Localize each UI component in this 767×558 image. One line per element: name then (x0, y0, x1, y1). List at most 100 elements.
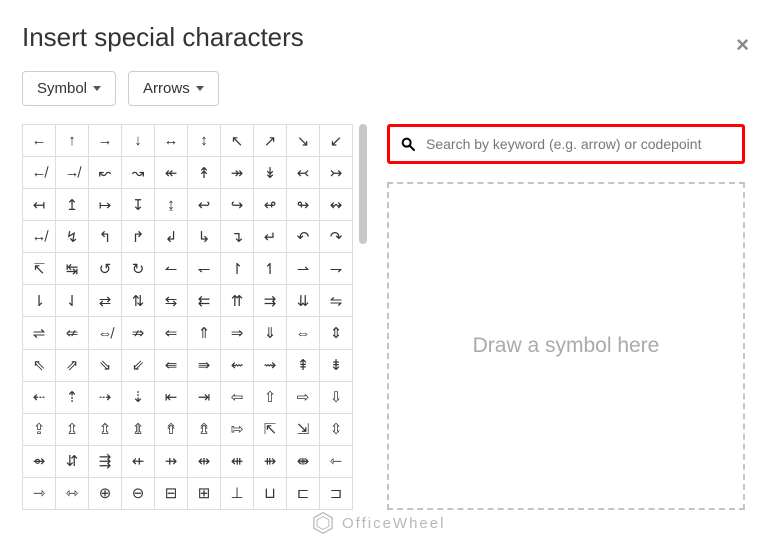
character-cell[interactable]: ↹ (56, 253, 89, 285)
character-cell[interactable]: ⇻ (254, 445, 287, 477)
character-cell[interactable]: ⇧ (254, 381, 287, 413)
character-cell[interactable]: ⇺ (221, 445, 254, 477)
character-cell[interactable]: ⇀ (287, 253, 320, 285)
character-cell[interactable]: ⇔ (287, 317, 320, 349)
character-cell[interactable]: ⇪ (23, 413, 56, 445)
character-cell[interactable]: ↽ (188, 253, 221, 285)
character-cell[interactable]: ⇑ (188, 317, 221, 349)
character-cell[interactable]: ⇕ (320, 317, 353, 349)
character-cell[interactable]: ↙ (320, 125, 353, 157)
character-cell[interactable]: ↔ (155, 125, 188, 157)
character-cell[interactable]: ⊏ (287, 477, 320, 509)
character-cell[interactable]: ⊐ (320, 477, 353, 509)
character-cell[interactable]: ⊕ (89, 477, 122, 509)
character-cell[interactable]: ⇟ (320, 349, 353, 381)
character-cell[interactable]: ⇘ (89, 349, 122, 381)
character-cell[interactable]: ⇤ (155, 381, 188, 413)
character-cell[interactable]: ⇥ (188, 381, 221, 413)
character-cell[interactable]: ⇋ (320, 285, 353, 317)
character-cell[interactable]: ⊖ (122, 477, 155, 509)
character-cell[interactable]: ↞ (155, 157, 188, 189)
character-cell[interactable]: ⇚ (155, 349, 188, 381)
character-cell[interactable]: ⇜ (221, 349, 254, 381)
character-cell[interactable]: ↝ (122, 157, 155, 189)
character-cell[interactable]: ↰ (89, 221, 122, 253)
character-cell[interactable]: ⇣ (122, 381, 155, 413)
character-cell[interactable]: ⇗ (56, 349, 89, 381)
character-cell[interactable]: ⇬ (89, 413, 122, 445)
character-cell[interactable]: ⇐ (155, 317, 188, 349)
character-cell[interactable]: ⇼ (287, 445, 320, 477)
search-input[interactable] (424, 135, 732, 153)
character-cell[interactable]: ⊞ (188, 477, 221, 509)
character-cell[interactable]: ⇾ (23, 477, 56, 509)
draw-symbol-canvas[interactable]: Draw a symbol here (387, 182, 745, 510)
character-cell[interactable]: ↱ (122, 221, 155, 253)
character-cell[interactable]: ↼ (155, 253, 188, 285)
character-cell[interactable]: ⇳ (320, 413, 353, 445)
character-cell[interactable]: ↸ (23, 253, 56, 285)
character-cell[interactable]: ⇭ (122, 413, 155, 445)
character-cell[interactable]: ⇍ (56, 317, 89, 349)
character-cell[interactable]: ↗ (254, 125, 287, 157)
character-cell[interactable]: ↥ (56, 189, 89, 221)
character-cell[interactable]: ⇸ (155, 445, 188, 477)
character-cell[interactable]: ⇅ (122, 285, 155, 317)
character-cell[interactable]: ↲ (155, 221, 188, 253)
character-cell[interactable]: ↾ (221, 253, 254, 285)
character-cell[interactable]: ↜ (89, 157, 122, 189)
character-cell[interactable]: ↶ (287, 221, 320, 253)
character-cell[interactable]: ⇰ (221, 413, 254, 445)
character-cell[interactable]: ↵ (254, 221, 287, 253)
character-cell[interactable]: ⇿ (56, 477, 89, 509)
character-cell[interactable]: ↦ (89, 189, 122, 221)
character-cell[interactable]: ↨ (155, 189, 188, 221)
character-cell[interactable]: ⇴ (23, 445, 56, 477)
character-cell[interactable]: ↕ (188, 125, 221, 157)
character-cell[interactable]: ↚ (23, 157, 56, 189)
character-cell[interactable]: ⇡ (56, 381, 89, 413)
search-box[interactable] (387, 124, 745, 164)
character-cell[interactable]: ⇞ (287, 349, 320, 381)
character-cell[interactable]: ⊥ (221, 477, 254, 509)
character-cell[interactable]: ⇯ (188, 413, 221, 445)
character-cell[interactable]: ↯ (56, 221, 89, 253)
character-cell[interactable]: ⇏ (122, 317, 155, 349)
character-cell[interactable]: ↩ (188, 189, 221, 221)
character-cell[interactable]: ⇄ (89, 285, 122, 317)
subcategory-dropdown[interactable]: Arrows (128, 71, 219, 106)
character-cell[interactable]: ↮ (23, 221, 56, 253)
character-cell[interactable]: ↘ (287, 125, 320, 157)
character-cell[interactable]: ↷ (320, 221, 353, 253)
character-cell[interactable]: ⇆ (155, 285, 188, 317)
character-cell[interactable]: ⊔ (254, 477, 287, 509)
character-cell[interactable]: ⇌ (23, 317, 56, 349)
character-cell[interactable]: ↑ (56, 125, 89, 157)
character-cell[interactable]: ↢ (287, 157, 320, 189)
character-cell[interactable]: ⇈ (221, 285, 254, 317)
character-cell[interactable]: ⇓ (254, 317, 287, 349)
character-cell[interactable]: ⇇ (188, 285, 221, 317)
character-cell[interactable]: ⇲ (287, 413, 320, 445)
character-cell[interactable]: ⇨ (287, 381, 320, 413)
character-cell[interactable]: ⇛ (188, 349, 221, 381)
character-cell[interactable]: ↤ (23, 189, 56, 221)
character-cell[interactable]: ⇮ (155, 413, 188, 445)
character-cell[interactable]: → (89, 125, 122, 157)
character-cell[interactable]: ⇝ (254, 349, 287, 381)
character-cell[interactable]: ⇎ (89, 317, 122, 349)
character-cell[interactable]: ↡ (254, 157, 287, 189)
scroll-thumb[interactable] (359, 124, 367, 244)
character-cell[interactable]: ⇃ (56, 285, 89, 317)
character-cell[interactable]: ⇦ (221, 381, 254, 413)
character-cell[interactable]: ⇂ (23, 285, 56, 317)
character-cell[interactable]: ↓ (122, 125, 155, 157)
character-cell[interactable]: ⇽ (320, 445, 353, 477)
category-dropdown[interactable]: Symbol (22, 71, 116, 106)
character-cell[interactable]: ⇱ (254, 413, 287, 445)
character-cell[interactable]: ⇫ (56, 413, 89, 445)
character-cell[interactable]: ⇢ (89, 381, 122, 413)
character-cell[interactable]: ↖ (221, 125, 254, 157)
character-cell[interactable]: ⇹ (188, 445, 221, 477)
character-cell[interactable]: ↬ (287, 189, 320, 221)
